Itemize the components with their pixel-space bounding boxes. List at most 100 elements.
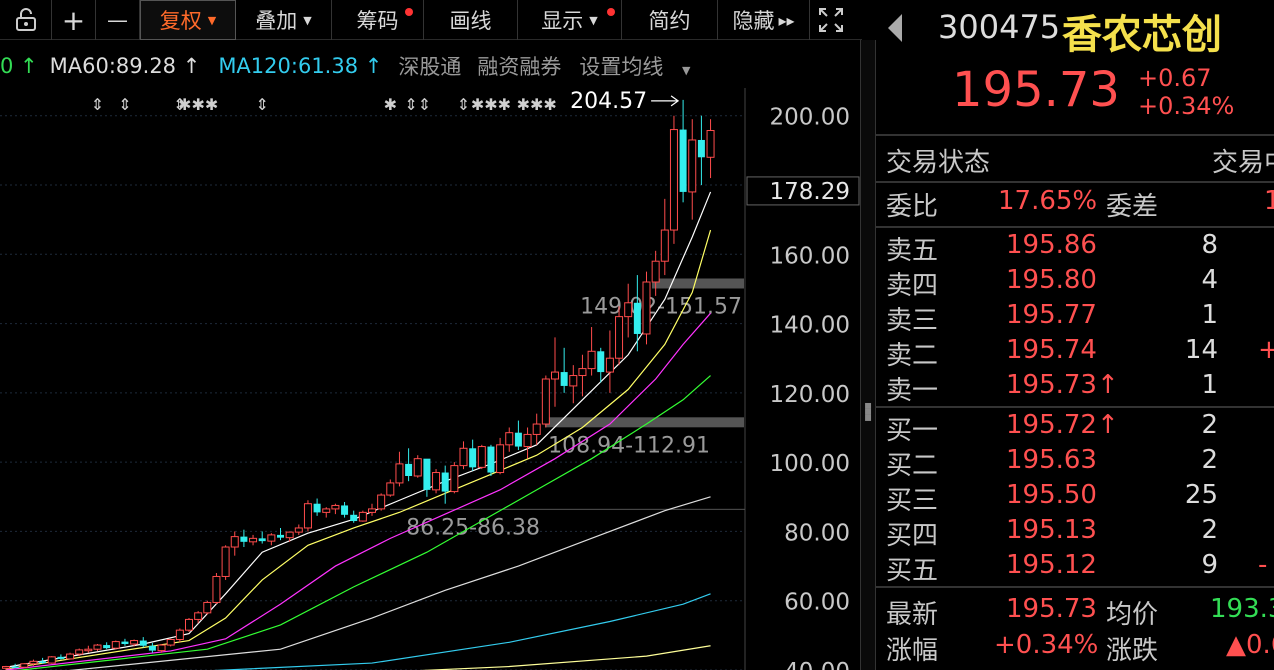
event-marker-icon[interactable]: ✱ [384,95,397,114]
candle-body-up [551,371,559,380]
jianyue-button[interactable]: 简约 [622,0,718,40]
level-extra: - [1258,550,1268,580]
candle-body-up [322,508,331,513]
candle-body-up [249,537,258,543]
zone-label: 108.94-112.91 [548,433,710,458]
ma60-value: MA60:89.28 ↑ [49,54,201,78]
event-marker-icon[interactable]: ⇕ [457,95,470,114]
candle-body-up [368,508,376,513]
panel-resize-handle[interactable]: ▪ ▪ ▪ [860,40,876,670]
stock-name: 香农芯创 [1062,12,1222,58]
fuquan-dropdown[interactable]: 复权 ▼ [140,0,236,40]
chouma-button[interactable]: 筹码 [332,0,424,40]
level-price: 195.86 [1006,230,1097,260]
zd-label: 涨跌 [1106,636,1159,666]
trade-status-label: 交易状态 [886,148,991,178]
level-volume: 9 [1201,550,1218,580]
candle-body-down [258,538,266,542]
sgt-link[interactable]: 深股通 [398,51,461,81]
yincang-button[interactable]: 隐藏 ▸▸ [718,0,810,40]
event-marker-icon[interactable]: ⇕ [118,95,131,114]
ask-row[interactable]: 卖三 195.77 1 [876,300,1274,336]
event-marker-icon[interactable]: ✱✱✱ [517,95,557,114]
bid-row[interactable]: 买三 195.50 25 [876,480,1274,516]
level-price: 195.12 [1006,550,1097,580]
bid-row[interactable]: 买一 195.72↑ 2 [876,410,1274,446]
trade-status-value: 交易中 [1212,148,1274,178]
candle-body-down [103,645,111,649]
latest-row: 最新 195.73 均价 193.3 [876,594,1274,630]
bid-row[interactable]: 买二 195.63 2 [876,445,1274,481]
ask-row[interactable]: 卖四 195.80 4 [876,265,1274,301]
level-label: 卖四 [886,271,939,301]
set-ma-dropdown[interactable]: 设置均线 ▼ [579,51,696,81]
y-tick-label: 80.00 [784,520,850,546]
event-marker-icon[interactable]: ✱✱✱ [178,95,218,114]
zoom-in-button[interactable]: + [52,0,96,40]
level-label: 买一 [886,416,939,446]
candle-body-up [523,433,532,448]
level-extra: + [1258,335,1274,365]
candle-body-up [294,527,303,533]
zone-label: 149.02-151.57 [580,294,742,319]
candle-body-up [642,281,651,335]
lock-button[interactable] [0,0,52,40]
candle-body-up [615,316,624,359]
diejia-dropdown[interactable]: 叠加 ▼ [236,0,332,40]
fullscreen-button[interactable] [810,0,852,40]
candle-body-up [413,458,422,477]
divider [876,226,1274,228]
kline-chart-svg[interactable]: 200.00180.00160.00140.00120.00100.0080.0… [0,88,862,670]
candle-body-up [212,575,221,603]
xianshi-dropdown[interactable]: 显示 ▼ [518,0,622,40]
quote-panel: 300475 香农芯创 195.73 +0.67 +0.34% 交易状态 交易中… [876,0,1274,670]
candle-body-up [29,660,38,665]
zone-label: 86.25-86.38 [406,515,540,540]
high-price-label: 204.57 [570,89,647,114]
zoom-out-button[interactable]: — [96,0,140,40]
level-price: 195.50 [1006,480,1097,510]
divider [876,586,1274,588]
event-marker-icon[interactable]: ⇕ [91,95,104,114]
candle-body-up [432,472,441,491]
kline-chart[interactable]: 200.00180.00160.00140.00120.00100.0080.0… [0,88,862,670]
level-volume: 2 [1201,445,1218,475]
candle-body-down [441,472,449,492]
level-label: 卖五 [886,236,939,266]
bid-row[interactable]: 买四 195.13 2 [876,515,1274,551]
candle-body-down [469,448,477,468]
event-marker-icon[interactable]: ⇕⇕ [404,95,431,114]
level-volume: 2 [1201,410,1218,440]
ask-row[interactable]: 卖五 195.86 8 [876,230,1274,266]
candle-body-up [2,666,10,669]
rzrq-link[interactable]: 融资融券 [477,51,561,81]
event-marker-icon[interactable]: ⇕ [255,95,268,114]
level-volume: 2 [1201,515,1218,545]
candle-body-down [313,503,321,513]
candle-body-up [331,504,340,510]
y-tick-label: 200.00 [770,105,850,131]
level-volume: 1 [1201,300,1218,330]
ask-row[interactable]: 卖一 195.73↑ 1 [876,370,1274,406]
change-value: +0.67 [1138,64,1212,92]
bid-row[interactable]: 买五 195.12 9 - [876,550,1274,586]
ma120-line [212,593,711,670]
y-tick-label: 160.00 [770,243,850,269]
level-price: 195.74 [1006,335,1097,365]
candle-body-up [541,378,550,425]
event-marker-icon[interactable]: ✱✱✱ [471,95,511,114]
candle-body-down [697,139,705,158]
candle-body-down [487,446,495,473]
candle-body-up [47,656,56,664]
xianshi-label: 显示 [541,9,584,33]
level-volume: 14 [1184,335,1218,365]
back-arrow-icon[interactable] [888,14,902,42]
ask-row[interactable]: 卖二 195.74 14 + [876,335,1274,371]
huaxian-button[interactable]: 画线 [424,0,518,40]
support-zone-bar [652,278,744,289]
latest-label: 最新 [886,600,939,630]
candle-body-up [185,618,193,631]
candle-body-up [175,629,184,641]
level-price: 195.72↑ [1006,410,1119,440]
level-volume: 25 [1184,480,1218,510]
